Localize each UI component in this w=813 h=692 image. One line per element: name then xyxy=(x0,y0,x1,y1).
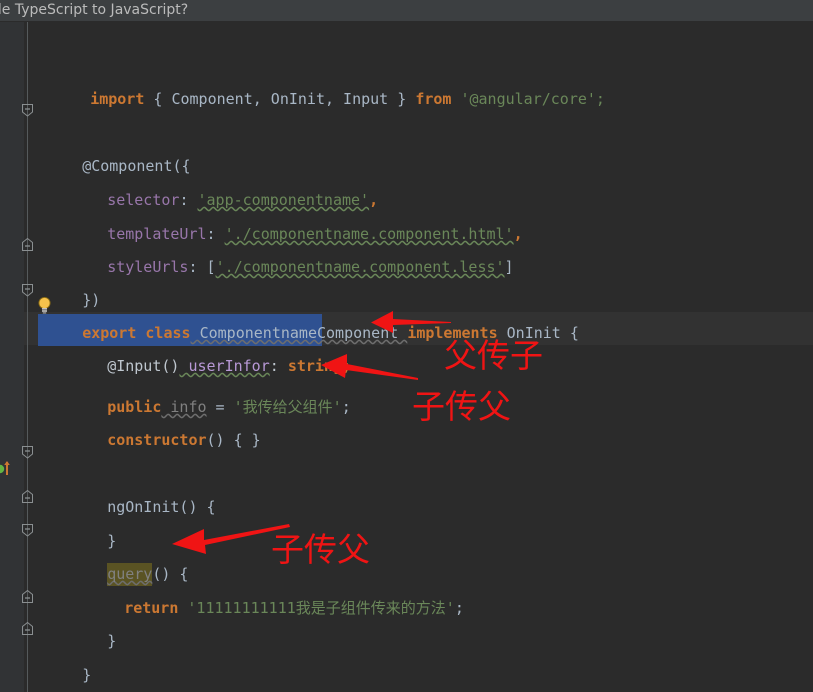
code-line[interactable]: ngOnInit() { xyxy=(0,458,813,516)
code-line[interactable]: }) xyxy=(0,251,813,309)
code-line[interactable]: return '11111111111我是子组件传来的方法'; xyxy=(0,559,813,617)
code-line[interactable]: } xyxy=(0,592,813,650)
window-title: ile TypeScript to JavaScript? xyxy=(0,2,189,18)
code-line[interactable]: } xyxy=(0,492,813,550)
window-title-bar: ile TypeScript to JavaScript? xyxy=(0,0,813,22)
token-string: '@angular/core'; xyxy=(451,90,605,108)
annotation-arrow-icon xyxy=(315,348,420,382)
code-line[interactable]: constructor() { } xyxy=(0,391,813,449)
code-line[interactable]: selector: 'app-componentname', xyxy=(0,151,813,209)
code-editor[interactable]: import { Component, OnInit, Input } from… xyxy=(0,22,813,692)
token-keyword: import xyxy=(90,90,145,108)
annotation-label-parent-to-child: 父传子 xyxy=(444,336,543,375)
token-keyword: constructor xyxy=(107,431,207,449)
annotation-arrow-icon xyxy=(363,307,453,337)
code-line[interactable]: @Component({ xyxy=(0,117,813,175)
token-plain: { Component, OnInit, Input } xyxy=(144,90,416,108)
code-line[interactable]: } xyxy=(0,626,813,684)
token-keyword: from xyxy=(415,90,452,108)
code-line[interactable]: templateUrl: './componentname.component.… xyxy=(0,185,813,243)
code-line[interactable]: query() { xyxy=(0,525,813,586)
token-plain: } xyxy=(82,666,92,684)
token-plain: () { } xyxy=(206,431,261,449)
annotation-label-child-to-parent: 子传父 xyxy=(271,530,370,569)
code-line[interactable]: styleUrls: ['./componentname.component.l… xyxy=(0,218,813,276)
code-line[interactable]: import { Component, OnInit, Input } from… xyxy=(0,50,813,108)
annotation-label-child-to-parent: 子传父 xyxy=(412,387,511,426)
